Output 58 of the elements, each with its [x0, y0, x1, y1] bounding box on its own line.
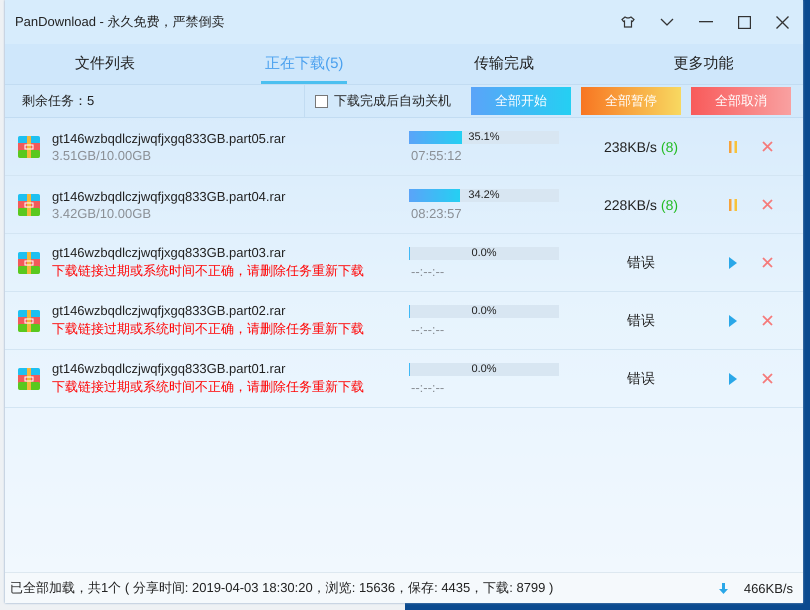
archive-icon — [18, 368, 40, 390]
remaining-time: --:--:-- — [410, 264, 446, 278]
progress-percent: 34.2% — [467, 188, 501, 202]
archive-icon — [18, 136, 40, 158]
delete-icon[interactable] — [762, 373, 773, 384]
error-message: 下载链接过期或系统时间不正确，请删除任务重新下载 — [52, 320, 365, 338]
download-speed: 错误 — [627, 370, 655, 388]
progress-percent: 35.1% — [467, 130, 501, 144]
dropdown-icon[interactable] — [660, 18, 674, 26]
file-size: 3.51GB/10.00GB — [52, 148, 152, 162]
progress-percent: 0.0% — [470, 246, 498, 260]
file-name: gt146wzbqdlczjwqfjxgq833GB.part03.rar — [52, 245, 286, 260]
archive-icon — [18, 252, 40, 274]
pause-icon[interactable] — [729, 140, 738, 152]
delete-icon[interactable] — [762, 315, 773, 326]
remaining-time: 08:23:57 — [410, 206, 463, 220]
remaining-time: 07:55:12 — [410, 148, 463, 162]
remaining-time: --:--:-- — [410, 322, 446, 336]
tab[interactable]: 传输完成 — [470, 44, 538, 84]
download-speed: 228KB/s (8) — [604, 196, 678, 212]
total-speed: 466KB/s — [744, 580, 793, 596]
delete-icon[interactable] — [762, 141, 773, 152]
checkbox-label: 下载完成后自动关机 — [334, 92, 451, 110]
checkbox[interactable] — [315, 94, 328, 108]
cancel-all-button[interactable]: 全部取消 — [691, 87, 791, 115]
shirt-icon[interactable] — [621, 16, 635, 28]
start-all-button[interactable]: 全部开始 — [471, 87, 571, 115]
delete-icon[interactable] — [762, 199, 773, 210]
tab[interactable]: 文件列表 — [70, 44, 139, 84]
error-message: 下载链接过期或系统时间不正确，请删除任务重新下载 — [52, 262, 365, 280]
download-speed: 238KB/s (8) — [604, 138, 678, 154]
download-speed: 错误 — [627, 312, 655, 330]
window-title: PanDownload - 永久免费，严禁倒卖 — [15, 13, 224, 31]
archive-icon — [18, 194, 40, 216]
file-name: gt146wzbqdlczjwqfjxgq833GB.part04.rar — [52, 188, 286, 204]
play-icon[interactable] — [729, 256, 738, 268]
pause-icon[interactable] — [729, 198, 738, 210]
error-message: 下载链接过期或系统时间不正确，请删除任务重新下载 — [52, 378, 365, 396]
minimize-icon[interactable] — [699, 21, 713, 23]
delete-icon[interactable] — [762, 257, 773, 268]
maximize-icon[interactable] — [738, 16, 751, 28]
file-size: 3.42GB/10.00GB — [52, 206, 152, 220]
file-name: gt146wzbqdlczjwqfjxgq833GB.part02.rar — [52, 303, 286, 318]
close-icon[interactable] — [776, 16, 789, 28]
progress-percent: 0.0% — [470, 304, 498, 318]
tab[interactable]: 更多功能 — [669, 44, 738, 84]
play-icon[interactable] — [729, 314, 738, 326]
file-name: gt146wzbqdlczjwqfjxgq833GB.part05.rar — [52, 130, 286, 146]
download-arrow-icon — [718, 582, 728, 594]
download-speed: 错误 — [627, 254, 655, 272]
status-text: 已全部加载，共1个 ( 分享时间: 2019-04-03 18:30:20，浏览: 15636，保存: 4435，下载: 8799 ) — [10, 579, 554, 597]
pause-all-button[interactable]: 全部暂停 — [581, 87, 681, 115]
archive-icon — [18, 310, 40, 332]
file-name: gt146wzbqdlczjwqfjxgq833GB.part01.rar — [52, 361, 286, 376]
remaining-time: --:--:-- — [410, 380, 446, 394]
progress-percent: 0.0% — [470, 362, 498, 376]
play-icon[interactable] — [729, 372, 738, 384]
remaining-tasks: 剩余任务：5 — [21, 92, 94, 110]
